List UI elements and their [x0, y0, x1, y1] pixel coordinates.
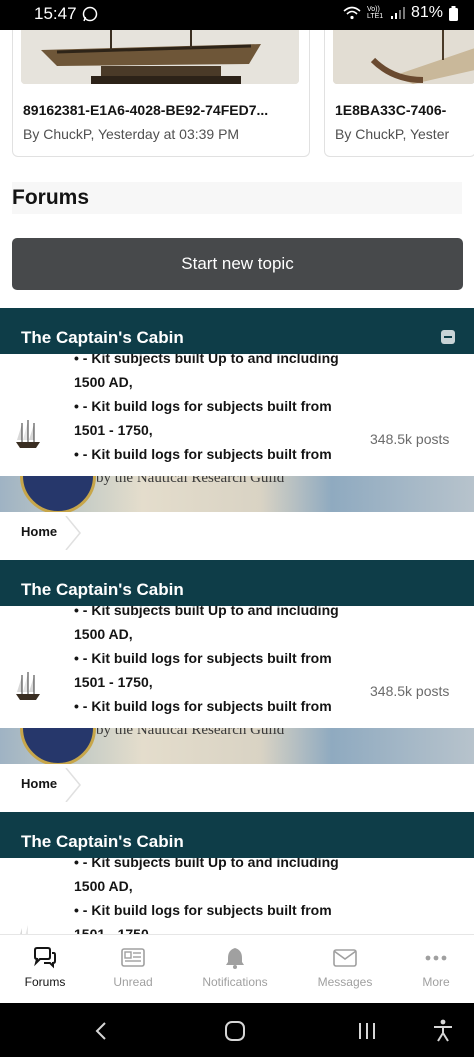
breadcrumb-chevron-icon	[65, 768, 81, 802]
tab-label: More	[422, 975, 450, 989]
nrg-seal-logo	[20, 728, 96, 764]
tab-label: Messages	[317, 975, 373, 989]
tab-notifications[interactable]: Notifications	[190, 935, 280, 1003]
ship-icon	[20, 925, 28, 934]
forum-row[interactable]: • - Kit subjects built Up to and includi…	[0, 354, 474, 476]
recent-apps-icon[interactable]	[356, 1021, 378, 1041]
signal-icon	[390, 7, 405, 19]
banner-text: by the Nautical Research Guild	[96, 476, 285, 486]
status-time: 15:47	[34, 4, 77, 23]
forum-row[interactable]: • - Kit subjects built Up to and includi…	[0, 606, 474, 728]
forums-heading-bar: Forums	[12, 182, 462, 214]
tab-label: Notifications	[202, 975, 268, 989]
collapse-icon[interactable]	[441, 330, 455, 344]
category-header[interactable]: The Captain's Cabin	[0, 308, 474, 354]
gallery-meta: By ChuckP, Yesterday at 03:39 PM	[23, 126, 240, 142]
network-label: Vo)) LTE1	[366, 6, 384, 20]
forums-icon	[34, 947, 56, 969]
system-nav-bar	[0, 1003, 474, 1057]
category-header[interactable]: The Captain's Cabin	[0, 812, 474, 858]
category-title[interactable]: The Captain's Cabin	[21, 580, 184, 600]
tab-label: Unread	[113, 975, 153, 989]
forum-category: The Captain's Cabin • - Kit subjects bui…	[0, 812, 474, 934]
ship-model-image	[333, 30, 474, 84]
gallery-image[interactable]	[333, 30, 474, 84]
back-icon[interactable]	[94, 1021, 108, 1041]
more-dots-icon	[425, 955, 447, 961]
tab-more[interactable]: More	[391, 935, 474, 1003]
tab-label: Forums	[24, 975, 66, 989]
gallery-card[interactable]: 1E8BA33C-7406- By ChuckP, Yester	[324, 30, 474, 157]
tab-forums[interactable]: Forums	[0, 935, 90, 1003]
breadcrumb-home[interactable]: Home	[21, 524, 57, 539]
breadcrumb-chevron-icon	[65, 516, 81, 550]
category-title[interactable]: The Captain's Cabin	[21, 832, 184, 852]
gallery-title[interactable]: 89162381-E1A6-4028-BE92-74FED7...	[23, 102, 268, 118]
category-header[interactable]: The Captain's Cabin	[0, 560, 474, 606]
tab-unread[interactable]: Unread	[88, 935, 178, 1003]
post-count: 348.5k posts	[370, 683, 450, 699]
site-banner: by the Nautical Research Guild	[0, 476, 474, 512]
wifi-icon	[343, 6, 361, 20]
gallery-card[interactable]: 89162381-E1A6-4028-BE92-74FED7... By Chu…	[12, 30, 310, 157]
breadcrumb: Home	[0, 512, 474, 554]
forum-description: • - Kit subjects built Up to and includi…	[74, 858, 339, 934]
site-banner: by the Nautical Research Guild	[0, 728, 474, 764]
forum-category: The Captain's Cabin • - Kit subjects bui…	[0, 560, 474, 812]
gallery-meta: By ChuckP, Yester	[335, 126, 450, 142]
banner-text: by the Nautical Research Guild	[96, 728, 285, 738]
home-icon[interactable]	[224, 1020, 246, 1042]
tab-messages[interactable]: Messages	[300, 935, 390, 1003]
ship-model-image	[21, 30, 299, 84]
breadcrumb-home[interactable]: Home	[21, 776, 57, 791]
status-indicators: Vo)) LTE1 81%	[343, 4, 458, 22]
bottom-tab-bar: Forums Unread Notifications Messages Mor…	[0, 934, 474, 1003]
forum-category: The Captain's Cabin • - Kit subjects bui…	[0, 308, 474, 560]
battery-icon	[449, 5, 458, 21]
post-count: 348.5k posts	[370, 431, 450, 447]
forum-row[interactable]: • - Kit subjects built Up to and includi…	[0, 858, 474, 934]
accessibility-icon[interactable]	[432, 1019, 454, 1043]
whatsapp-icon	[82, 6, 98, 22]
status-bar: 15:47 Vo)) LTE1 81%	[0, 0, 474, 30]
envelope-icon	[333, 949, 357, 967]
gallery-image[interactable]	[21, 30, 299, 84]
ship-icon	[16, 672, 40, 700]
page-title: Forums	[12, 186, 90, 209]
ship-icon	[16, 420, 40, 448]
battery-percent: 81%	[410, 4, 443, 21]
forum-description: • - Kit subjects built Up to and includi…	[74, 606, 339, 714]
breadcrumb: Home	[0, 764, 474, 806]
start-new-topic-button[interactable]: Start new topic	[12, 238, 463, 290]
nrg-seal-logo	[20, 476, 96, 512]
category-title[interactable]: The Captain's Cabin	[21, 328, 184, 348]
forum-description: • - Kit subjects built Up to and includi…	[74, 354, 339, 462]
bell-icon	[226, 948, 244, 969]
unread-icon	[121, 948, 145, 967]
gallery-strip: 89162381-E1A6-4028-BE92-74FED7... By Chu…	[12, 30, 474, 157]
gallery-title[interactable]: 1E8BA33C-7406-	[335, 102, 446, 118]
